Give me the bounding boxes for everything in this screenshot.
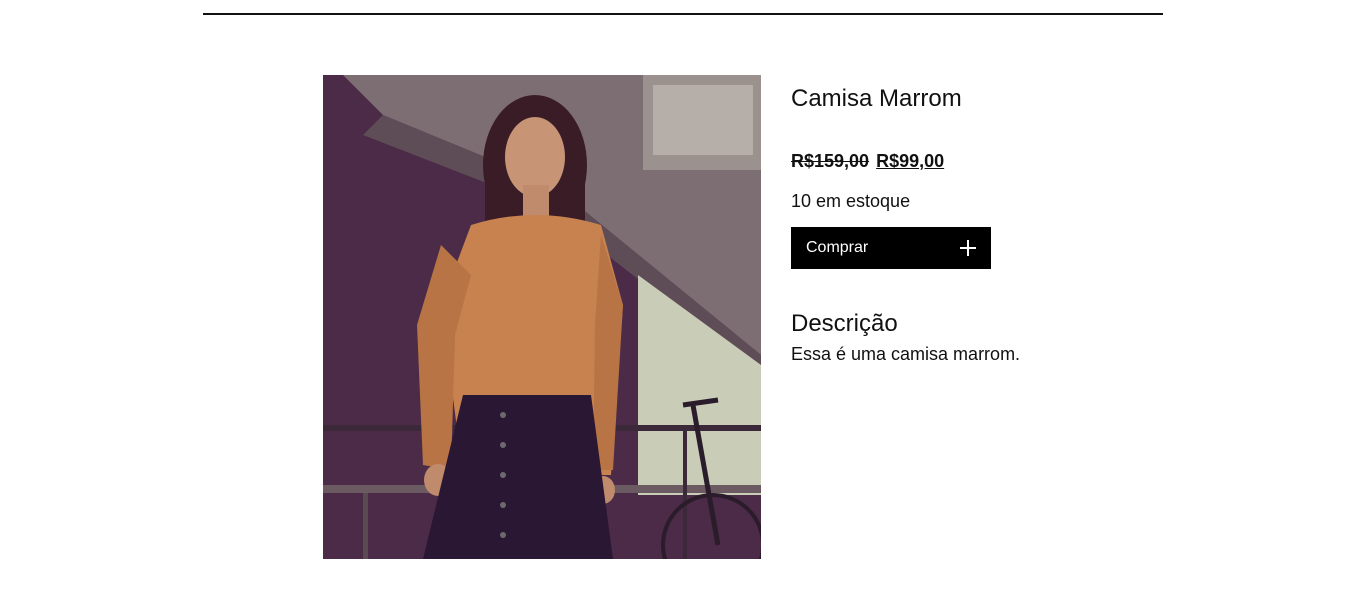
- price-block: R$159,00 R$99,00: [791, 150, 1151, 172]
- buy-button-label: Comprar: [806, 239, 869, 256]
- description-text: Essa é uma camisa marrom.: [791, 344, 1021, 364]
- product-image: [323, 75, 761, 559]
- description-heading: Descrição: [791, 310, 898, 337]
- original-price: R$159,00: [791, 151, 870, 171]
- plus-icon: [960, 240, 976, 256]
- product-info: Camisa Marrom R$159,00 R$99,00 10 em est…: [791, 84, 1151, 365]
- header-divider: [203, 13, 1163, 15]
- stock-status: 10 em estoque: [791, 191, 911, 211]
- product-title: Camisa Marrom: [791, 85, 962, 112]
- buy-button[interactable]: Comprar: [791, 227, 991, 269]
- sale-price: R$99,00: [876, 151, 945, 171]
